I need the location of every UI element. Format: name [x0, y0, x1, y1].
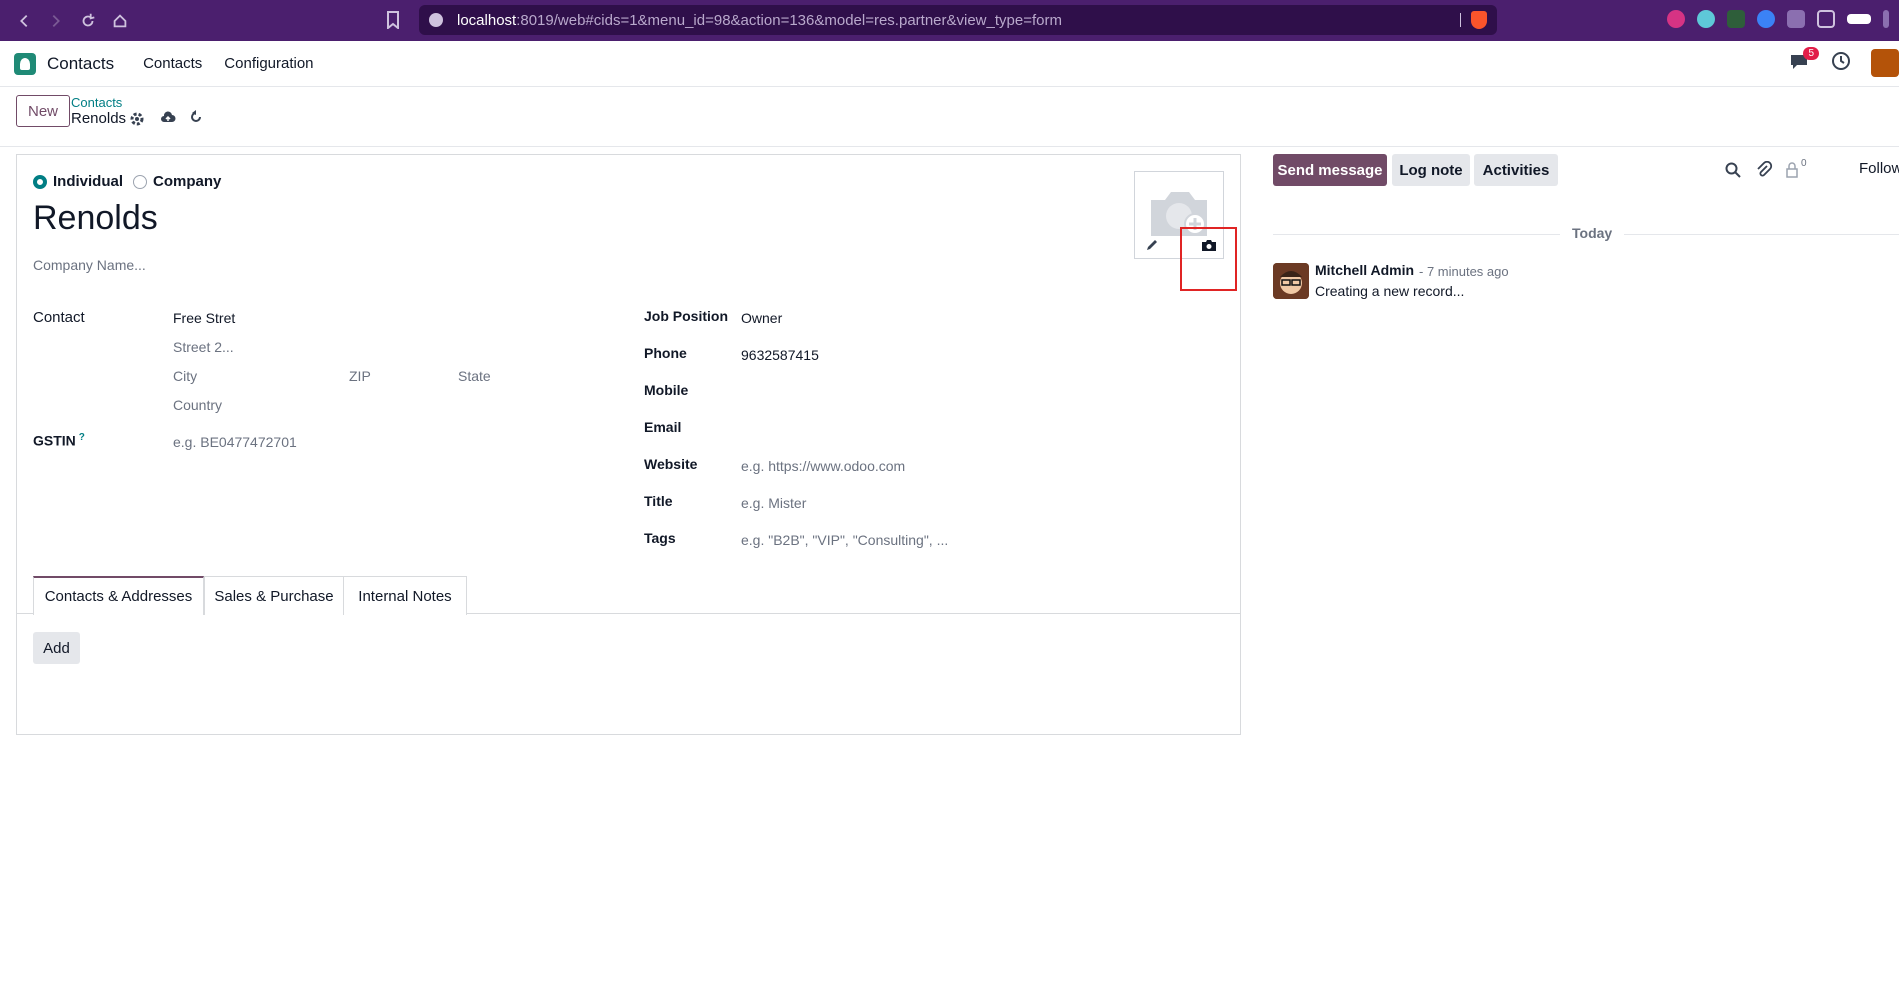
extension-icon-2[interactable] — [1697, 10, 1715, 28]
gear-icon[interactable] — [129, 111, 145, 127]
home-icon[interactable] — [106, 7, 134, 35]
job-position-label: Job Position — [644, 308, 728, 324]
paperclip-icon[interactable] — [1755, 160, 1773, 179]
puzzle-icon[interactable] — [1787, 10, 1805, 28]
message-body: Creating a new record... — [1315, 283, 1465, 299]
site-info-icon[interactable] — [429, 13, 443, 27]
browser-toolbar: localhost:8019/web#cids=1&menu_id=98&act… — [0, 0, 1899, 41]
lock-icon[interactable] — [1783, 161, 1801, 179]
extensions — [1667, 10, 1889, 28]
save-cloud-icon[interactable] — [160, 109, 176, 125]
user-avatar[interactable] — [1871, 49, 1899, 77]
extension-icon-3[interactable] — [1727, 10, 1745, 28]
odoo-navbar: Contacts Contacts Configuration 5 — [0, 41, 1899, 87]
followers-count: 0 — [1801, 158, 1807, 169]
street-input[interactable]: Free Stret — [173, 310, 235, 326]
email-label: Email — [644, 419, 682, 435]
gstin-help-icon[interactable]: ? — [79, 432, 85, 443]
activities-button[interactable]: Activities — [1474, 154, 1558, 186]
url-host: localhost — [457, 11, 517, 29]
street2-input[interactable]: Street 2... — [173, 339, 234, 355]
log-note-button[interactable]: Log note — [1392, 154, 1470, 186]
control-panel: New Contacts Renolds — [0, 87, 1899, 147]
follow-button[interactable]: Follow — [1859, 160, 1899, 177]
address-bar[interactable]: localhost:8019/web#cids=1&menu_id=98&act… — [419, 5, 1497, 35]
city-input[interactable]: City — [173, 368, 197, 384]
send-message-button[interactable]: Send message — [1273, 154, 1387, 186]
tags-input[interactable]: e.g. "B2B", "VIP", "Consulting", ... — [741, 532, 948, 548]
company-name-input[interactable]: Company Name... — [33, 257, 146, 273]
radio-company[interactable] — [133, 174, 148, 189]
app-name[interactable]: Contacts — [47, 54, 114, 74]
url-path: :8019/web#cids=1&menu_id=98&action=136&m… — [516, 11, 1062, 29]
author-avatar[interactable] — [1273, 263, 1309, 299]
notebook-tabs: Contacts & Addresses Sales & Purchase In… — [17, 576, 1240, 615]
tags-label: Tags — [644, 530, 676, 546]
menu-icon[interactable] — [1883, 10, 1889, 28]
activity-clock-icon[interactable] — [1831, 51, 1851, 75]
title-select[interactable]: e.g. Mister — [741, 495, 806, 511]
state-select[interactable]: State — [458, 368, 491, 384]
extension-icon-1[interactable] — [1667, 10, 1685, 28]
job-position-input[interactable]: Owner — [741, 310, 782, 326]
zip-input[interactable]: ZIP — [349, 368, 371, 384]
pencil-icon[interactable] — [1145, 238, 1159, 252]
messages-badge: 5 — [1803, 47, 1819, 60]
breadcrumb-current: Renolds — [71, 110, 127, 127]
message-author[interactable]: Mitchell Admin — [1315, 262, 1414, 278]
radio-company-label[interactable]: Company — [153, 173, 221, 190]
menu-contacts[interactable]: Contacts — [143, 55, 202, 72]
address-divider — [1460, 13, 1461, 27]
website-label: Website — [644, 456, 698, 472]
menu-configuration[interactable]: Configuration — [224, 55, 313, 72]
bookmark-icon[interactable] — [386, 11, 400, 31]
phone-label: Phone — [644, 345, 687, 361]
partner-name-field[interactable]: Renolds — [33, 199, 158, 238]
messages-icon[interactable]: 5 — [1789, 47, 1819, 73]
gstin-input[interactable]: e.g. BE0477472701 — [173, 434, 297, 450]
forward-icon[interactable] — [42, 7, 70, 35]
radio-individual[interactable] — [33, 174, 47, 189]
gstin-label-text: GSTIN — [33, 432, 76, 449]
discard-icon[interactable] — [188, 109, 204, 125]
tab-contacts-addresses[interactable]: Contacts & Addresses — [33, 576, 204, 615]
website-input[interactable]: e.g. https://www.odoo.com — [741, 458, 905, 474]
mobile-label: Mobile — [644, 382, 689, 398]
message-time: - 7 minutes ago — [1419, 264, 1509, 279]
gstin-label: GSTIN? — [33, 432, 85, 449]
title-label: Title — [644, 493, 673, 509]
contact-label: Contact — [33, 309, 85, 326]
reload-icon[interactable] — [74, 7, 102, 35]
add-button[interactable]: Add — [33, 632, 80, 664]
systray: 5 — [1789, 47, 1899, 77]
tab-internal-notes[interactable]: Internal Notes — [343, 576, 467, 615]
phone-input[interactable]: 9632587415 — [741, 347, 819, 363]
back-icon[interactable] — [10, 7, 38, 35]
search-icon[interactable] — [1724, 161, 1742, 179]
date-separator: Today — [1560, 225, 1625, 241]
contacts-app-icon[interactable] — [14, 52, 36, 75]
country-select[interactable]: Country — [173, 397, 222, 413]
breadcrumb-parent[interactable]: Contacts — [71, 95, 122, 110]
highlight-box — [1180, 227, 1237, 291]
glasses-icon[interactable] — [1847, 14, 1871, 24]
form-sheet: Individual Company Renolds Company Name.… — [16, 154, 1241, 735]
new-button[interactable]: New — [16, 95, 71, 127]
sidebar-icon[interactable] — [1817, 10, 1835, 28]
tab-sales-purchase[interactable]: Sales & Purchase — [204, 576, 344, 615]
brave-shield-icon[interactable] — [1471, 11, 1487, 29]
radio-individual-label[interactable]: Individual — [53, 173, 123, 190]
extension-icon-4[interactable] — [1757, 10, 1775, 28]
company-type-selector: Individual Company — [33, 173, 231, 190]
